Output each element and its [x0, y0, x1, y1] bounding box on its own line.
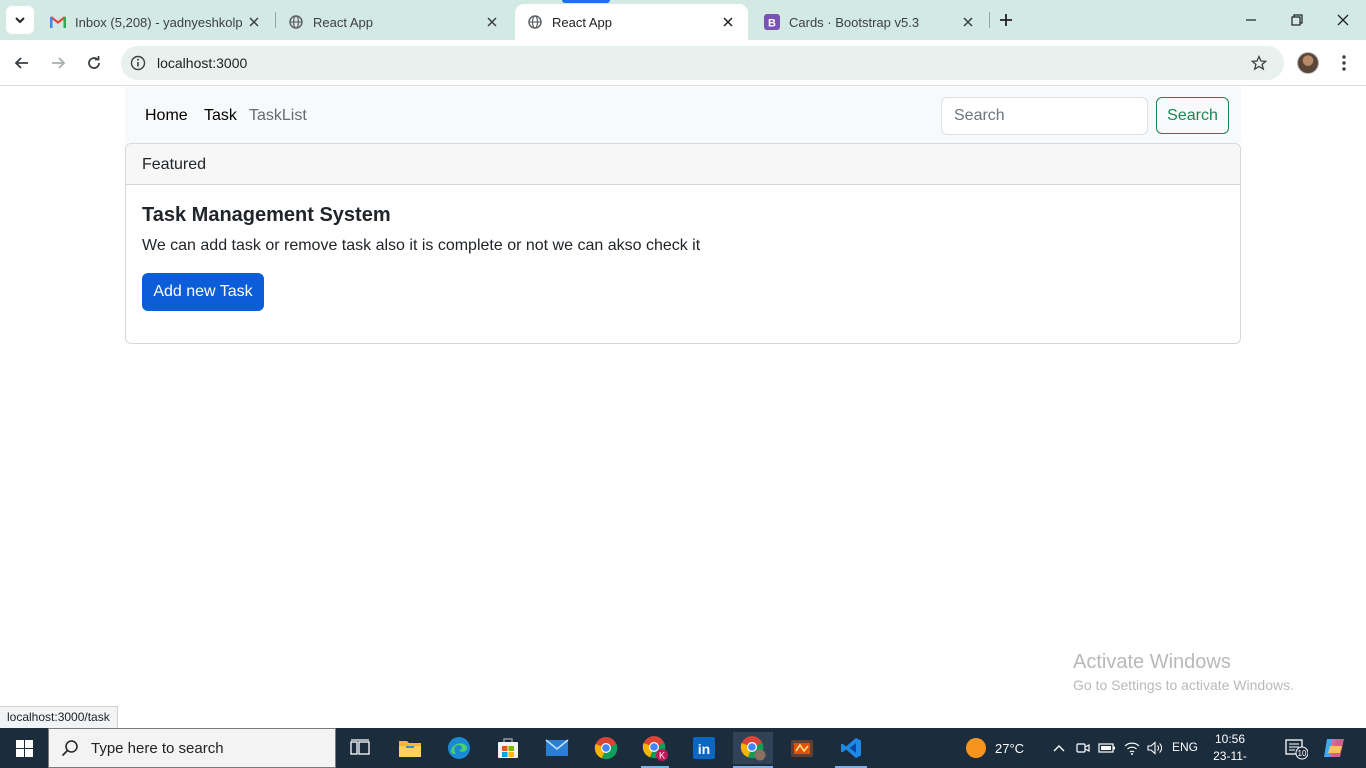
close-window-button[interactable]	[1320, 0, 1366, 40]
active-tab-indicator	[562, 0, 610, 3]
arrow-right-icon	[52, 57, 66, 69]
tab-bootstrap-cards[interactable]: B Cards · Bootstrap v5.3	[752, 4, 988, 40]
search-button[interactable]: Search	[1156, 97, 1229, 134]
svg-text:B: B	[768, 18, 776, 30]
plus-icon	[1000, 14, 1012, 26]
info-icon[interactable]	[129, 54, 147, 72]
tab-gmail[interactable]: Inbox (5,208) - yadnyeshkolpe7	[38, 4, 274, 40]
edge-icon[interactable]	[439, 732, 479, 764]
add-new-task-button[interactable]: Add new Task	[142, 273, 264, 311]
tab-react-app[interactable]: React App	[276, 4, 512, 40]
temperature: 27°C	[995, 740, 1025, 756]
activate-windows-watermark: Activate Windows Go to Settings to activ…	[1073, 650, 1294, 696]
address-url[interactable]: localhost:3000	[157, 55, 247, 71]
more-vertical-icon	[1342, 55, 1346, 71]
close-icon[interactable]	[960, 14, 976, 30]
chrome-active-icon[interactable]	[733, 732, 773, 764]
svg-text:in: in	[698, 741, 710, 757]
reload-icon	[88, 56, 100, 69]
close-icon[interactable]	[484, 14, 500, 30]
chevron-up-icon[interactable]	[1049, 738, 1069, 758]
linkedin-icon[interactable]: in	[684, 732, 724, 764]
card-text: We can add task or remove task also it i…	[142, 237, 701, 254]
notification-icon: 10	[1285, 739, 1308, 760]
bootstrap-icon: B	[764, 14, 780, 30]
notification-count: 10	[1298, 749, 1307, 758]
link-status-bubble: localhost:3000/task	[0, 706, 118, 728]
store-icon[interactable]	[488, 732, 528, 764]
nav-link-home[interactable]: Home	[145, 106, 188, 125]
minimize-button[interactable]	[1228, 0, 1274, 40]
tab-title: React App	[552, 14, 612, 30]
close-icon	[1337, 14, 1349, 26]
globe-icon	[527, 14, 543, 30]
notification-center-button[interactable]: 10	[1284, 736, 1308, 760]
profile-avatar[interactable]	[1297, 52, 1319, 74]
restore-icon	[1291, 14, 1303, 26]
browser-tab-strip: Inbox (5,208) - yadnyeshkolpe7 React App…	[0, 0, 1366, 40]
arrow-left-icon	[14, 57, 28, 69]
new-tab-button[interactable]	[994, 8, 1018, 32]
search-input[interactable]	[941, 97, 1148, 135]
task-view-icon[interactable]	[340, 732, 380, 764]
taskbar-search-placeholder: Type here to search	[91, 739, 224, 757]
tab-react-app-active[interactable]: React App	[515, 4, 748, 40]
close-icon[interactable]	[246, 14, 262, 30]
vscode-icon[interactable]	[831, 732, 871, 764]
nav-link-task[interactable]: Task	[204, 106, 237, 125]
app-icon[interactable]	[782, 732, 822, 764]
card-title: Task Management System	[142, 204, 391, 226]
tab-title: Cards · Bootstrap v5.3	[789, 14, 920, 30]
app-navbar: Home Task TaskList Search	[125, 87, 1241, 143]
battery-icon[interactable]	[1097, 738, 1117, 758]
watermark-subtitle: Go to Settings to activate Windows.	[1073, 677, 1294, 693]
watermark-title: Activate Windows	[1073, 651, 1231, 673]
back-button[interactable]	[8, 49, 36, 77]
weather-widget[interactable]: 27°C	[966, 738, 1024, 758]
start-button[interactable]	[0, 728, 48, 768]
volume-icon[interactable]	[1145, 738, 1165, 758]
gmail-icon	[50, 14, 66, 30]
clock-date: 23-11-2024	[1213, 749, 1247, 768]
file-explorer-icon[interactable]	[390, 732, 430, 764]
sun-icon	[966, 738, 986, 758]
chrome-profile-icon[interactable]: K	[635, 732, 675, 764]
meet-now-icon[interactable]	[1073, 738, 1093, 758]
close-icon[interactable]	[720, 14, 736, 30]
svg-text:K: K	[659, 751, 665, 761]
chevron-down-icon	[15, 17, 25, 24]
windows-taskbar: Type here to search K in 27°C ENG 10:56 …	[0, 728, 1366, 768]
featured-card: Featured Task Management System We can a…	[125, 143, 1241, 344]
address-bar[interactable]: localhost:3000	[121, 46, 1284, 80]
wifi-icon[interactable]	[1122, 738, 1142, 758]
reload-button[interactable]	[80, 49, 108, 77]
tab-title: React App	[313, 14, 373, 30]
clock-time: 10:56	[1214, 732, 1246, 746]
restore-button[interactable]	[1274, 0, 1320, 40]
page-viewport: Home Task TaskList Search Featured Task …	[0, 87, 1366, 728]
mail-icon[interactable]	[537, 732, 577, 764]
globe-icon	[288, 14, 304, 30]
card-header-label: Featured	[142, 156, 207, 173]
nav-link-tasklist[interactable]: TaskList	[249, 106, 307, 125]
taskbar-search-box[interactable]: Type here to search	[48, 728, 336, 768]
bookmark-star-icon[interactable]	[1250, 54, 1268, 72]
copilot-icon[interactable]	[1322, 736, 1346, 760]
forward-button[interactable]	[44, 49, 72, 77]
tab-search-button[interactable]	[6, 6, 34, 34]
browser-menu-button[interactable]	[1334, 50, 1354, 76]
minimize-icon	[1246, 19, 1256, 21]
windows-logo-icon	[15, 739, 33, 757]
card-header: Featured	[126, 144, 1240, 185]
search-icon	[61, 740, 78, 757]
tab-title: Inbox (5,208) - yadnyeshkolpe7	[75, 14, 242, 30]
system-clock[interactable]: 10:56 23-11-2024	[1206, 731, 1254, 768]
input-language[interactable]: ENG	[1172, 740, 1198, 754]
chrome-icon[interactable]	[586, 732, 626, 764]
browser-toolbar: localhost:3000	[0, 40, 1366, 86]
tab-divider	[989, 12, 990, 28]
